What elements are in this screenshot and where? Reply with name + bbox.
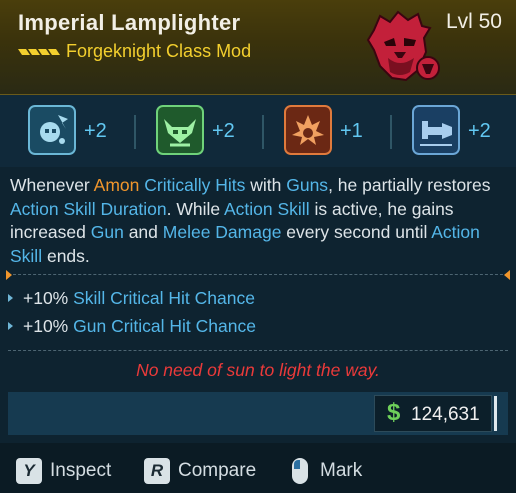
keyword-amon: Amon <box>93 175 140 195</box>
item-price: $ 124,631 <box>374 395 497 432</box>
mark-action[interactable]: Mark <box>286 458 376 484</box>
item-card: Imperial Lamplighter Lvl 50 Forgeknight … <box>0 0 516 493</box>
inspect-action[interactable]: Y Inspect <box>16 458 126 484</box>
bonus-divider <box>134 115 136 149</box>
forge-arm-skill-icon <box>412 105 460 155</box>
price-bar: $ 124,631 <box>8 392 508 435</box>
bullet-icon <box>8 322 13 330</box>
r-key-icon: R <box>144 458 170 484</box>
action-label: Inspect <box>50 460 112 481</box>
dollar-icon: $ <box>387 399 401 426</box>
flavor-text: No need of sun to light the way. <box>136 360 380 380</box>
skill-bonus-row: +2 +2 +1 +2 <box>0 95 516 167</box>
skill-bonus-value: +1 <box>340 120 363 142</box>
skill-bonus-3[interactable]: +1 <box>284 105 384 157</box>
flame-burst-skill-icon <box>284 105 332 155</box>
bonus-divider <box>390 115 392 149</box>
skill-bonus-value: +2 <box>84 120 107 142</box>
keyword-guns: Guns <box>286 175 329 195</box>
item-type: Forgeknight Class Mod <box>66 41 252 61</box>
skill-bonus-value: +2 <box>468 120 491 142</box>
horned-skull-skill-icon <box>156 105 204 155</box>
item-level: Lvl 50 <box>445 10 502 33</box>
action-bar: Y Inspect R Compare Mark <box>0 443 516 493</box>
section-divider <box>6 270 510 280</box>
item-header: Imperial Lamplighter Lvl 50 Forgeknight … <box>0 0 516 95</box>
vault-hunter-portrait-icon <box>366 10 440 82</box>
compare-action[interactable]: R Compare <box>144 458 274 484</box>
stat-line: +10% Skill Critical Hit Chance <box>8 288 508 316</box>
item-name: Imperial Lamplighter <box>18 10 241 35</box>
keyword-melee-damage: Melee Damage <box>162 222 282 242</box>
keyword-critically-hits: Critically Hits <box>144 175 246 195</box>
skill-bonus-1[interactable]: +2 <box>28 105 128 157</box>
stat-line: +10% Gun Critical Hit Chance <box>8 316 508 344</box>
keyword-gun: Gun <box>90 222 124 242</box>
action-label: Mark <box>320 460 363 481</box>
skill-bonus-2[interactable]: +2 <box>156 105 256 157</box>
item-description: Whenever Amon Critically Hits with Guns,… <box>10 175 491 266</box>
skill-bonus-4[interactable]: +2 <box>412 105 512 157</box>
mouse-icon <box>292 458 308 484</box>
skill-bonus-value: +2 <box>212 120 235 142</box>
price-amount: 124,631 <box>411 404 480 425</box>
bonus-divider <box>262 115 264 149</box>
skull-spark-skill-icon <box>28 105 76 155</box>
action-label: Compare <box>178 460 257 481</box>
section-divider <box>8 350 508 351</box>
y-key-icon: Y <box>16 458 42 484</box>
bullet-icon <box>8 294 13 302</box>
keyword-action-skill: Action Skill <box>224 198 310 219</box>
keyword-action-skill-duration: Action Skill Duration <box>10 198 167 219</box>
rarity-chevrons-icon <box>18 49 60 55</box>
stat-list: +10% Skill Critical Hit Chance +10% Gun … <box>8 288 508 344</box>
